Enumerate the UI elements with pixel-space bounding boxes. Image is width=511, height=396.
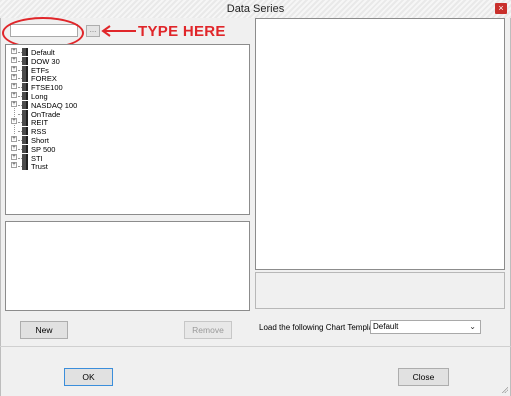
tree-item-label: OnTrade: [31, 109, 61, 119]
series-folder-icon: [22, 109, 28, 118]
tree-item-label: NASDAQ 100: [31, 100, 78, 110]
expand-icon[interactable]: +: [11, 144, 17, 151]
info-panel: [255, 272, 505, 309]
template-select[interactable]: Default ⌄: [370, 320, 481, 334]
expand-icon[interactable]: +: [11, 65, 17, 72]
tree-item-label: STI: [31, 153, 43, 163]
expand-icon[interactable]: +: [11, 74, 17, 81]
close-button[interactable]: Close: [398, 368, 449, 386]
resize-grip-icon[interactable]: [501, 386, 508, 393]
tree-line: [14, 125, 15, 135]
series-folder-icon: [22, 136, 28, 144]
tree-item-label: SP 500: [31, 144, 56, 154]
expand-icon[interactable]: +: [11, 92, 17, 98]
series-folder-icon: [22, 83, 28, 92]
preview-panel[interactable]: [255, 18, 505, 270]
tree-item-label: FTSE100: [31, 83, 63, 93]
details-panel[interactable]: [5, 221, 250, 311]
template-label: Load the following Chart Template:: [259, 323, 383, 332]
expand-icon[interactable]: +: [11, 118, 17, 125]
ok-button[interactable]: OK: [64, 368, 113, 386]
series-folder-icon: [22, 100, 28, 109]
series-folder-icon: [22, 162, 28, 171]
series-folder-icon: [22, 127, 28, 136]
series-folder-icon: [22, 153, 28, 162]
tree-item-label: Trust: [31, 162, 48, 172]
new-button[interactable]: New: [20, 321, 68, 339]
title-bar[interactable]: Data Series ×: [0, 0, 511, 19]
tree-item-label: DOW 30: [31, 56, 60, 66]
template-selected: Default: [373, 322, 399, 331]
footer-divider: [0, 346, 511, 347]
expand-icon[interactable]: +: [11, 162, 17, 169]
series-folder-icon: [22, 74, 28, 83]
annotation-label: TYPE HERE: [138, 23, 226, 40]
window-title: Data Series: [226, 3, 285, 15]
expand-icon[interactable]: +: [11, 56, 17, 63]
tree-line: [14, 107, 15, 117]
series-folder-icon: [22, 65, 28, 74]
close-window-button[interactable]: ×: [495, 3, 507, 14]
series-folder-icon: [22, 92, 28, 100]
expand-icon[interactable]: +: [11, 83, 17, 90]
tree-item-label: Short: [31, 136, 49, 145]
expand-icon[interactable]: +: [11, 100, 17, 107]
tree-item-label: ETFs: [31, 65, 49, 75]
series-folder-icon: [22, 56, 28, 65]
tree-item-label: REIT: [31, 118, 49, 128]
series-folder-icon: [22, 118, 28, 127]
chevron-down-icon: ⌄: [469, 322, 476, 331]
series-folder-icon: [22, 48, 28, 56]
series-tree[interactable]: + Default + DOW 30 + ETFs + FOREX + FTSE100 + Long +…: [5, 44, 250, 215]
annotation-arrow-icon: [101, 25, 136, 37]
series-folder-icon: [22, 144, 28, 153]
expand-icon[interactable]: +: [11, 48, 17, 54]
tree-item-label: Long: [31, 92, 48, 101]
search-button[interactable]: …: [86, 25, 100, 37]
expand-icon[interactable]: +: [11, 136, 17, 142]
expand-icon[interactable]: +: [11, 153, 17, 160]
tree-item-label: Default: [31, 48, 55, 57]
remove-button[interactable]: Remove: [184, 321, 232, 339]
tree-item-label: FOREX: [31, 74, 57, 84]
tree-item-label: RSS: [31, 127, 47, 137]
